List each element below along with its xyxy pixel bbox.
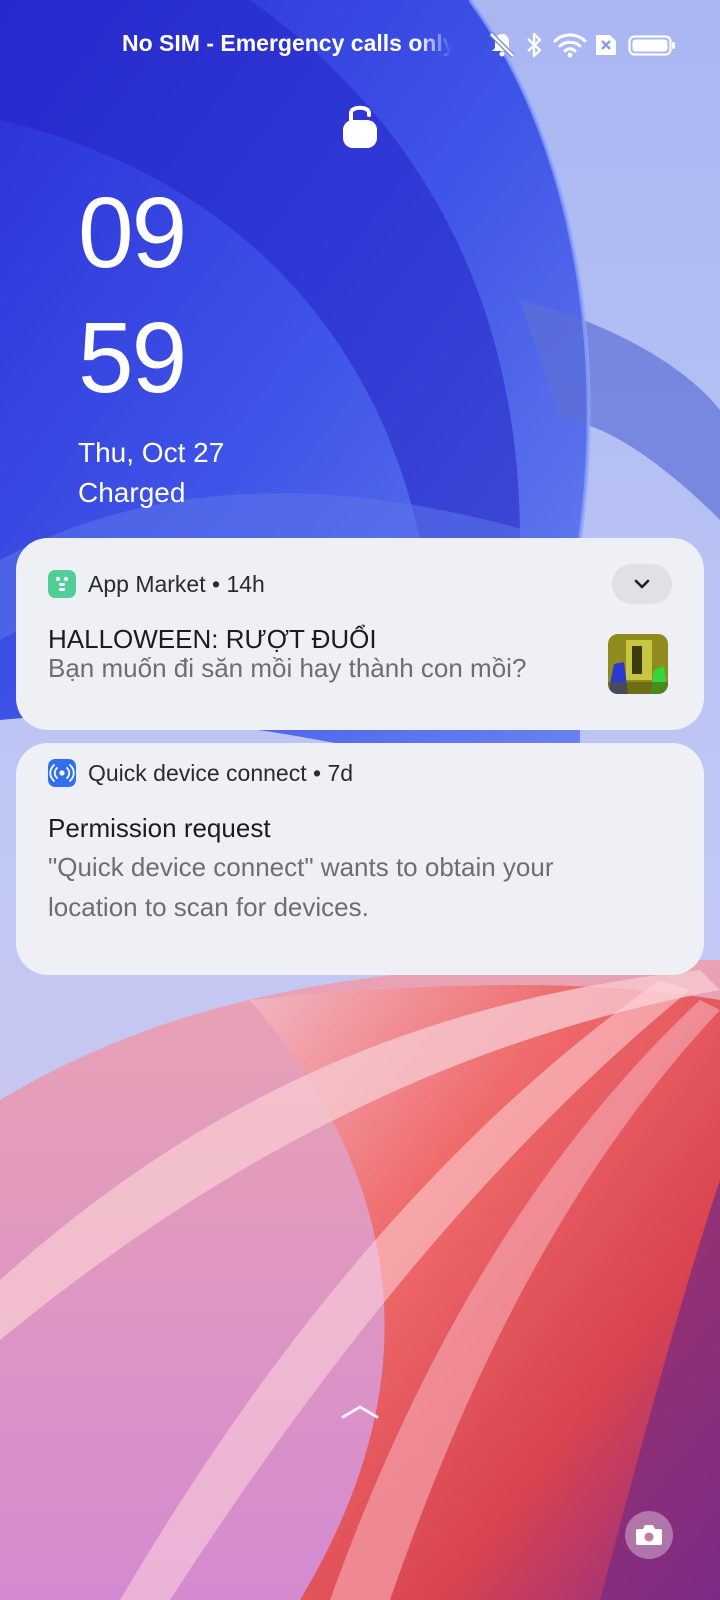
separator-dot: • bbox=[212, 571, 227, 597]
separator-dot: • bbox=[313, 760, 328, 786]
notification-body: Bạn muốn đi săn mồi hay thành con mồi? bbox=[48, 653, 527, 683]
notification-thumbnail bbox=[608, 634, 668, 694]
lock-icon[interactable] bbox=[340, 100, 380, 150]
no-sim-icon bbox=[596, 35, 616, 55]
app-market-icon bbox=[48, 570, 76, 598]
camera-icon bbox=[636, 1525, 662, 1545]
carrier-text: No SIM - Emergency calls only bbox=[122, 30, 452, 56]
status-bar: No SIM - Emergency calls only bbox=[0, 0, 720, 90]
charging-status: Charged bbox=[78, 477, 186, 508]
bluetooth-icon bbox=[527, 32, 542, 58]
notification-title: Permission request bbox=[48, 813, 271, 843]
chevron-up-icon bbox=[341, 1405, 379, 1419]
notification-app-line: Quick device connect • 7d bbox=[88, 760, 353, 787]
notification-app-line: App Market • 14h bbox=[88, 571, 265, 598]
notification-app-name: Quick device connect bbox=[88, 760, 307, 786]
quick-device-connect-icon bbox=[48, 759, 76, 787]
battery-icon bbox=[628, 35, 675, 56]
notification-quick-device-connect[interactable]: Quick device connect • 7d Permission req… bbox=[16, 743, 704, 975]
date-text: Thu, Oct 27 bbox=[78, 437, 225, 468]
notification-body: "Quick device connect" wants to obtain y… bbox=[48, 852, 554, 922]
expand-button[interactable] bbox=[612, 564, 672, 604]
notification-app-market[interactable]: App Market • 14h HALLOWEEN: RƯỢT ĐUỔI Bạ… bbox=[16, 538, 704, 730]
clock-hour: 09 bbox=[78, 177, 187, 289]
notification-age: 7d bbox=[327, 760, 354, 786]
clock-minute: 59 bbox=[78, 302, 187, 414]
mute-notifications-icon bbox=[489, 32, 515, 58]
notification-age: 14h bbox=[226, 571, 265, 597]
notification-app-name: App Market bbox=[88, 571, 206, 597]
chevron-down-icon bbox=[634, 579, 650, 589]
wifi-icon bbox=[553, 33, 587, 58]
halloween-game-image bbox=[608, 634, 668, 694]
camera-button[interactable] bbox=[625, 1511, 673, 1559]
